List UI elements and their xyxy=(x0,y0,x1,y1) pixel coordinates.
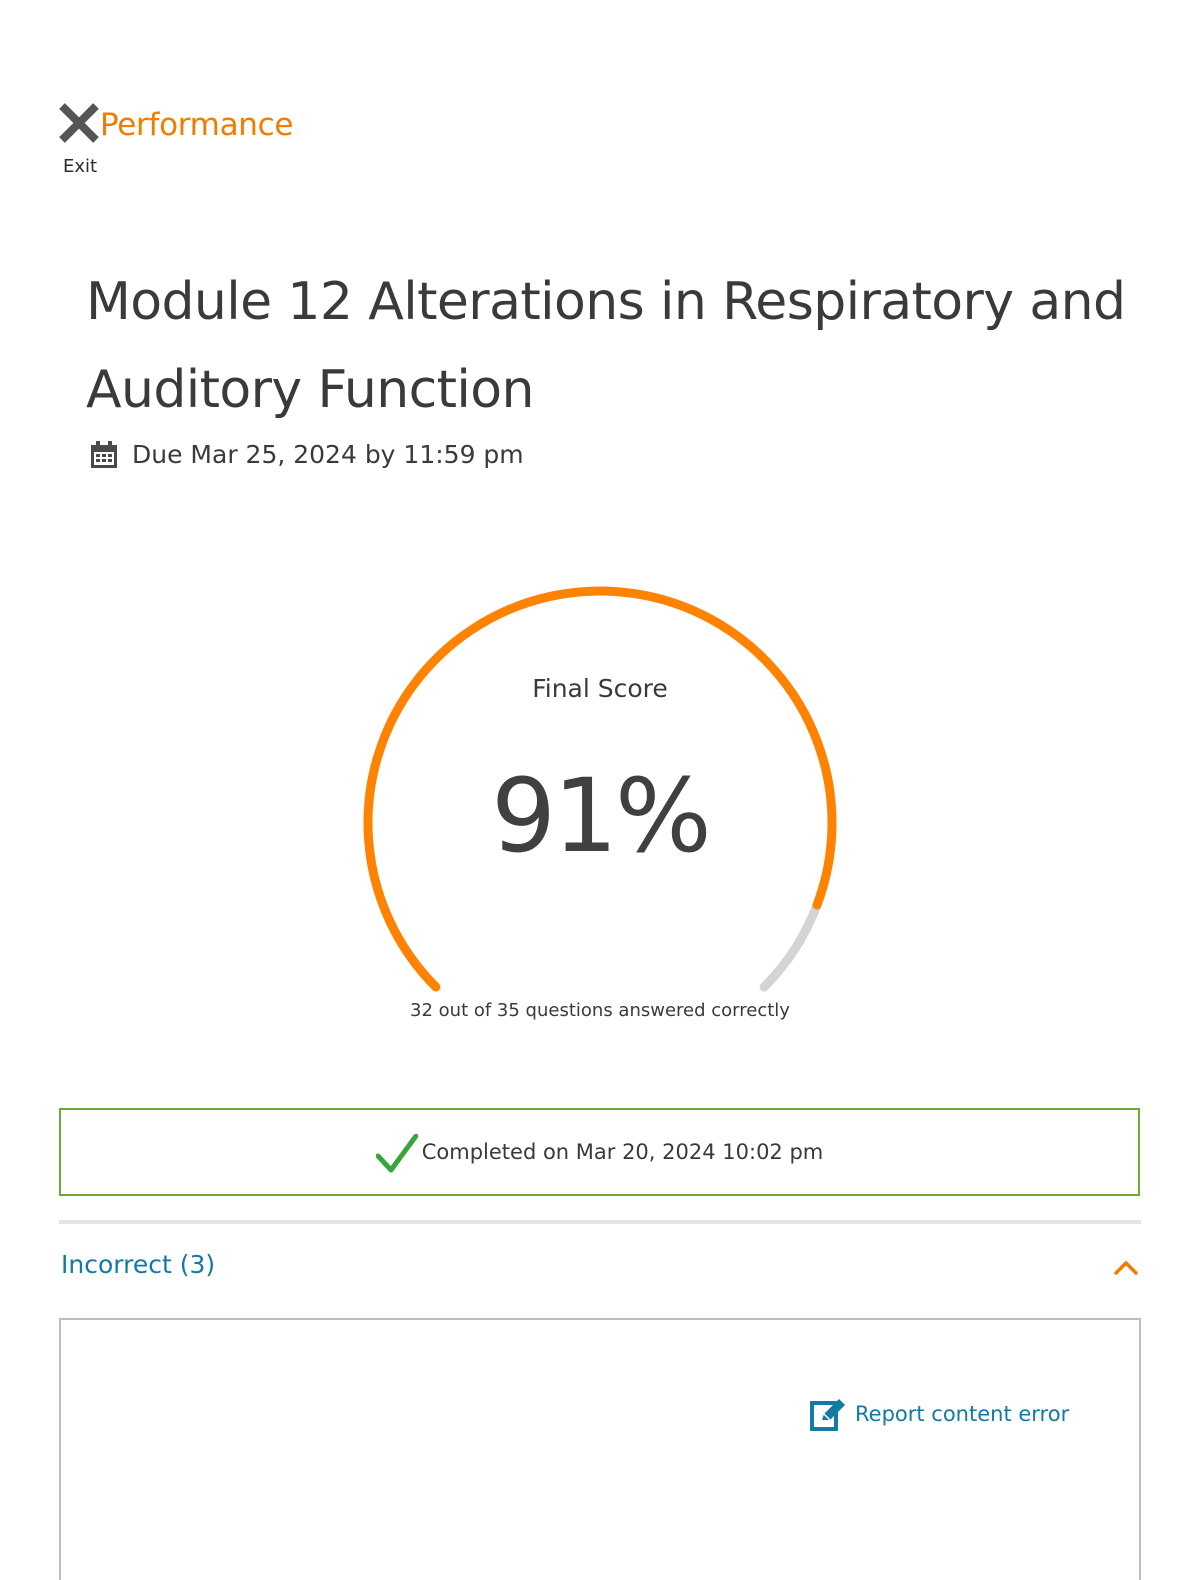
page-header-title: Performance xyxy=(100,107,294,143)
calendar-icon xyxy=(91,441,117,468)
close-icon xyxy=(59,103,99,143)
completion-text: Completed on Mar 20, 2024 10:02 pm xyxy=(421,1140,824,1164)
incorrect-accordion-label: Incorrect (3) xyxy=(61,1250,216,1279)
exit-button[interactable] xyxy=(58,102,100,144)
due-date-row: Due Mar 25, 2024 by 11:59 pm xyxy=(88,434,524,474)
final-score-value: 91% xyxy=(491,757,712,876)
report-content-error-label: Report content error xyxy=(855,1402,1070,1426)
score-detail: 32 out of 35 questions answered correctl… xyxy=(410,1000,790,1021)
assignment-title: Module 12 Alterations in Respiratory and… xyxy=(86,272,1126,420)
gauge-track xyxy=(759,900,822,992)
checkmark-icon xyxy=(375,1134,418,1173)
section-divider xyxy=(59,1220,1141,1224)
due-date-text: Due Mar 25, 2024 by 11:59 pm xyxy=(132,439,524,469)
chevron-up-icon xyxy=(1114,1261,1138,1275)
question-card: Report content error xyxy=(59,1318,1141,1580)
exit-label[interactable]: Exit xyxy=(63,156,97,178)
incorrect-accordion-toggle[interactable]: Incorrect (3) xyxy=(59,1240,1141,1296)
completion-banner: Completed on Mar 20, 2024 10:02 pm xyxy=(59,1108,1140,1196)
report-content-error-link[interactable]: Report content error xyxy=(809,1396,1069,1432)
edit-icon xyxy=(810,1399,845,1431)
final-score-label: Final Score xyxy=(532,674,668,703)
